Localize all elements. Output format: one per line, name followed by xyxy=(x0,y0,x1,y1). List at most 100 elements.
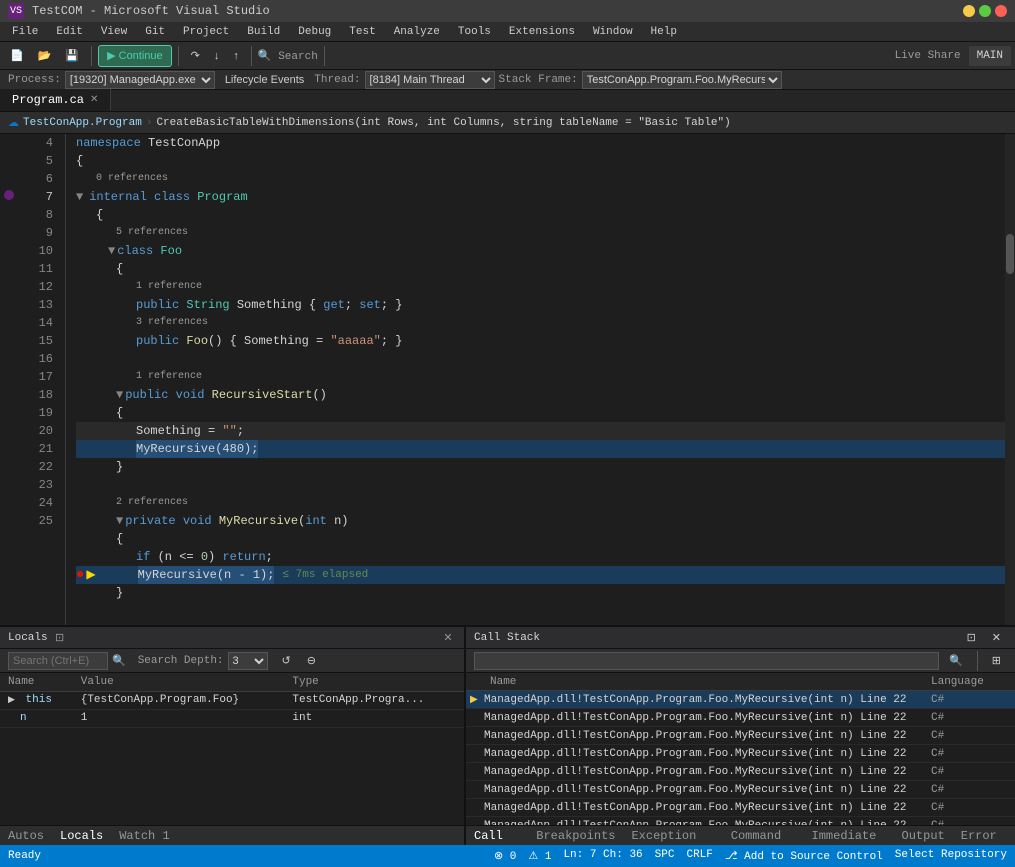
command-window-tab[interactable]: Command Window xyxy=(723,826,804,846)
step-out-button[interactable]: ↑ xyxy=(227,45,245,67)
collapse-arrow-18[interactable]: ▼ xyxy=(116,386,123,404)
select-repository[interactable]: Select Repository xyxy=(895,849,1007,863)
editor-scrollbar[interactable] xyxy=(1005,134,1015,625)
locals-search-input[interactable] xyxy=(8,652,108,670)
app-icon: VS xyxy=(8,3,24,19)
callstack-row-3[interactable]: ManagedApp.dll!TestConApp.Program.Foo.My… xyxy=(466,745,1015,763)
menu-extensions[interactable]: Extensions xyxy=(501,22,583,42)
callstack-float-button[interactable]: ⊡ xyxy=(961,627,982,649)
menu-window[interactable]: Window xyxy=(585,22,641,42)
live-share-label: Live Share xyxy=(895,50,961,62)
search-depth-select[interactable]: 3 1 2 4 5 xyxy=(228,652,268,670)
code-line-8: { xyxy=(76,206,1005,224)
open-button[interactable]: 📂 xyxy=(32,45,58,67)
breakpoints-tab[interactable]: Breakpoints xyxy=(528,826,623,846)
collapse-locals-button[interactable]: ⊖ xyxy=(301,650,322,672)
code-content[interactable]: namespace TestConApp { 0 references ▼ in… xyxy=(66,134,1005,625)
git-source-control[interactable]: ⎇ Add to Source Control xyxy=(725,849,883,863)
autos-tab[interactable]: Autos xyxy=(0,826,52,846)
locals-bottom-tabs: Autos Locals Watch 1 xyxy=(0,825,464,845)
search-label: 🔍 Search xyxy=(258,49,318,63)
code-line-11: { xyxy=(76,260,1005,278)
minimize-button[interactable] xyxy=(963,5,975,17)
collapse-arrow-10[interactable]: ▼ xyxy=(108,242,115,260)
code-line-13: public String Something { get; set; } xyxy=(76,296,1005,314)
menu-project[interactable]: Project xyxy=(175,22,237,42)
status-encoding: SPC xyxy=(655,849,675,863)
line-num-17: 17 xyxy=(16,368,57,386)
code-line-24: 2 references xyxy=(76,494,1005,512)
thread-label: Thread: xyxy=(314,74,360,86)
gutter xyxy=(0,134,16,625)
expand-this-arrow[interactable]: ▶ xyxy=(8,695,15,705)
lifecycle-events-button[interactable]: Lifecycle Events xyxy=(219,69,310,91)
locals-panel-header: Locals ⊡ ✕ xyxy=(0,627,464,649)
collapse-arrow-25[interactable]: ▼ xyxy=(116,512,123,530)
save-button[interactable]: 💾 xyxy=(59,45,85,67)
collapse-arrow-7[interactable]: ▼ xyxy=(76,188,83,206)
code-line-23 xyxy=(76,476,1005,494)
callstack-search-input[interactable] xyxy=(474,652,939,670)
locals-close-button[interactable]: ✕ xyxy=(440,630,456,646)
callstack-grid-button[interactable]: ⊞ xyxy=(986,650,1007,672)
callstack-content[interactable]: ▶ ManagedApp.dll!TestConApp.Program.Foo.… xyxy=(466,691,1015,825)
menu-file[interactable]: File xyxy=(4,22,46,42)
menu-test[interactable]: Test xyxy=(341,22,383,42)
refresh-locals-button[interactable]: ↺ xyxy=(276,650,297,672)
call-stack-tab[interactable]: Call Stack xyxy=(466,826,528,846)
menu-help[interactable]: Help xyxy=(643,22,685,42)
exception-settings-tab[interactable]: Exception Settings xyxy=(623,826,722,846)
menu-git[interactable]: Git xyxy=(137,22,173,42)
callstack-columns: Name Language xyxy=(466,673,1015,691)
immediate-window-tab[interactable]: Immediate Window xyxy=(804,826,894,846)
code-line-22: } xyxy=(76,458,1005,476)
stack-frame-select[interactable]: TestConApp.Program.Foo.MyRecursive xyxy=(582,71,782,89)
status-bar: Ready ⊗ 0 ⚠ 1 Ln: 7 Ch: 36 SPC CRLF ⎇ Ad… xyxy=(0,845,1015,867)
callstack-row-2[interactable]: ManagedApp.dll!TestConApp.Program.Foo.My… xyxy=(466,727,1015,745)
line-num-13: 13 xyxy=(16,296,57,314)
line-num-12: 12 xyxy=(16,278,57,296)
step-over-button[interactable]: ↷ xyxy=(185,45,206,67)
menu-build[interactable]: Build xyxy=(239,22,288,42)
code-editor[interactable]: 4 5 6 7 8 9 10 11 12 13 14 15 16 17 18 1… xyxy=(0,134,1015,625)
window-controls[interactable] xyxy=(963,5,1007,17)
thread-select[interactable]: [8184] Main Thread xyxy=(365,71,495,89)
callstack-row-5[interactable]: ManagedApp.dll!TestConApp.Program.Foo.My… xyxy=(466,781,1015,799)
menu-debug[interactable]: Debug xyxy=(290,22,339,42)
new-project-button[interactable]: 📄 xyxy=(4,45,30,67)
locals-cell-n-value: 1 xyxy=(73,709,285,727)
callstack-row-1[interactable]: ManagedApp.dll!TestConApp.Program.Foo.My… xyxy=(466,709,1015,727)
menu-tools[interactable]: Tools xyxy=(450,22,499,42)
process-select[interactable]: [19320] ManagedApp.exe xyxy=(65,71,215,89)
error-list-tab[interactable]: Error List xyxy=(953,826,1015,846)
code-line-6: 0 references xyxy=(76,170,1005,188)
watch1-tab[interactable]: Watch 1 xyxy=(111,826,177,846)
line-num-20: 20 xyxy=(16,422,57,440)
locals-tab[interactable]: Locals xyxy=(52,826,111,846)
callstack-frame-name-1: ManagedApp.dll!TestConApp.Program.Foo.My… xyxy=(484,712,931,724)
callstack-row-0[interactable]: ▶ ManagedApp.dll!TestConApp.Program.Foo.… xyxy=(466,691,1015,709)
locals-float-button[interactable]: ⊡ xyxy=(52,630,68,646)
status-warnings: ⚠ 1 xyxy=(528,849,551,863)
callstack-row-7[interactable]: ManagedApp.dll!TestConApp.Program.Foo.My… xyxy=(466,817,1015,825)
callstack-row-6[interactable]: ManagedApp.dll!TestConApp.Program.Foo.My… xyxy=(466,799,1015,817)
callstack-close-button[interactable]: ✕ xyxy=(986,627,1007,649)
locals-cell-n-name[interactable]: n xyxy=(0,709,73,727)
tab-program-ca-close[interactable]: ✕ xyxy=(90,94,98,106)
callstack-search-button[interactable]: 🔍 xyxy=(943,650,969,672)
close-button[interactable] xyxy=(995,5,1007,17)
step-into-button[interactable]: ↓ xyxy=(208,45,226,67)
tab-program-ca[interactable]: Program.ca ✕ xyxy=(0,89,111,111)
locals-cell-this-name[interactable]: ▶ this xyxy=(0,691,73,709)
maximize-button[interactable] xyxy=(979,5,991,17)
callstack-row-4[interactable]: ManagedApp.dll!TestConApp.Program.Foo.My… xyxy=(466,763,1015,781)
menu-edit[interactable]: Edit xyxy=(48,22,90,42)
menu-view[interactable]: View xyxy=(93,22,135,42)
code-line-15: public Foo() { Something = "aaaaa"; } xyxy=(76,332,1005,350)
locals-content: Name Value Type ▶ this {TestConApp.Progr… xyxy=(0,673,464,825)
continue-button[interactable]: ▶ Continue xyxy=(98,45,172,67)
output-tab[interactable]: Output xyxy=(894,826,953,846)
scrollbar-thumb[interactable] xyxy=(1006,234,1014,274)
menu-analyze[interactable]: Analyze xyxy=(386,22,448,42)
status-position: Ln: 7 Ch: 36 xyxy=(563,849,642,863)
